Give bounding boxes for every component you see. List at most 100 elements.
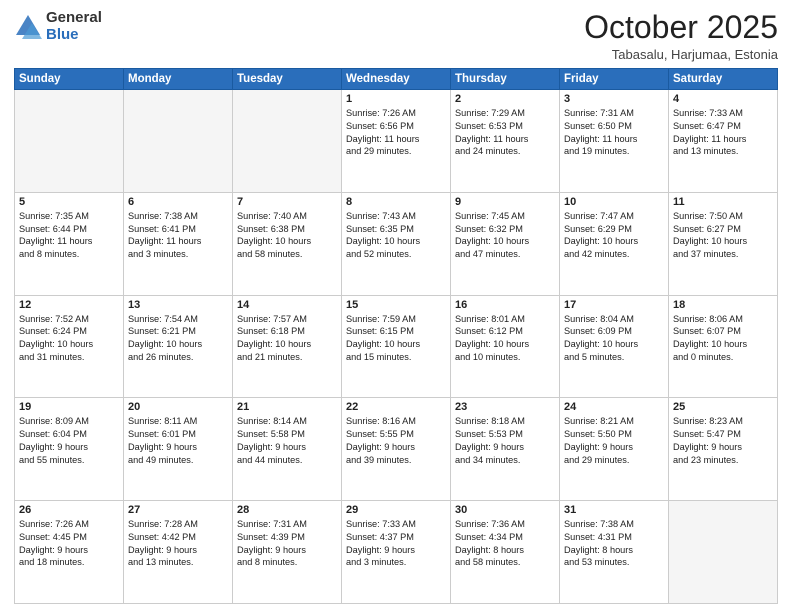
calendar-cell: 3Sunrise: 7:31 AMSunset: 6:50 PMDaylight… bbox=[560, 90, 669, 193]
day-number: 31 bbox=[564, 504, 664, 516]
weekday-header-thursday: Thursday bbox=[451, 69, 560, 90]
day-number: 19 bbox=[19, 401, 119, 413]
calendar-cell: 18Sunrise: 8:06 AMSunset: 6:07 PMDayligh… bbox=[669, 295, 778, 398]
calendar-cell: 16 Sunrise: 8:01 AMSunset: 6:12 PMDayligh… bbox=[451, 295, 560, 398]
day-info: Sunrise: 7:31 AMSunset: 4:39 PMDaylight:… bbox=[237, 518, 337, 569]
day-info: Sunrise: 8:06 AMSunset: 6:07 PMDaylight:… bbox=[673, 313, 773, 364]
day-number: 27 bbox=[128, 504, 228, 516]
day-number: 3 bbox=[564, 93, 664, 105]
calendar-cell bbox=[669, 501, 778, 604]
day-number: 10 bbox=[564, 196, 664, 208]
day-info: Sunrise: 7:54 AMSunset: 6:21 PMDaylight:… bbox=[128, 313, 228, 364]
day-number: 16 bbox=[455, 299, 555, 311]
day-number: 14 bbox=[237, 299, 337, 311]
calendar-week-4: 19 Sunrise: 8:09 AMSunset: 6:04 PMDayligh… bbox=[15, 398, 778, 501]
day-number: 9 bbox=[455, 196, 555, 208]
day-info: Sunrise: 7:38 AMSunset: 4:31 PMDaylight:… bbox=[564, 518, 664, 569]
day-info: Sunrise: 8:11 AMSunset: 6:01 PMDaylight:… bbox=[128, 415, 228, 466]
header: General Blue October 2025 Tabasalu, Harj… bbox=[14, 10, 778, 62]
calendar-cell: 26 Sunrise: 7:26 AMSunset: 4:45 PMDayligh… bbox=[15, 501, 124, 604]
calendar-cell bbox=[15, 90, 124, 193]
calendar-cell: 21 Sunrise: 8:14 AMSunset: 5:58 PMDayligh… bbox=[233, 398, 342, 501]
day-number: 26 bbox=[19, 504, 119, 516]
calendar-cell: 6Sunrise: 7:38 AMSunset: 6:41 PMDaylight… bbox=[124, 192, 233, 295]
logo-text: General Blue bbox=[46, 10, 102, 43]
day-number: 2 bbox=[455, 93, 555, 105]
day-info: Sunrise: 8:21 AMSunset: 5:50 PMDaylight:… bbox=[564, 415, 664, 466]
weekday-header-row: SundayMondayTuesdayWednesdayThursdayFrid… bbox=[15, 69, 778, 90]
page: General Blue October 2025 Tabasalu, Harj… bbox=[0, 0, 792, 612]
day-info: Sunrise: 8:04 AMSunset: 6:09 PMDaylight:… bbox=[564, 313, 664, 364]
calendar-cell: 8 Sunrise: 7:43 AMSunset: 6:35 PMDaylight… bbox=[342, 192, 451, 295]
day-number: 7 bbox=[237, 196, 337, 208]
calendar-cell: 2Sunrise: 7:29 AMSunset: 6:53 PMDaylight… bbox=[451, 90, 560, 193]
day-info: Sunrise: 7:26 AMSunset: 6:56 PMDaylight:… bbox=[346, 107, 446, 158]
day-info: Sunrise: 7:35 AMSunset: 6:44 PMDaylight:… bbox=[19, 210, 119, 261]
weekday-header-monday: Monday bbox=[124, 69, 233, 90]
weekday-header-sunday: Sunday bbox=[15, 69, 124, 90]
calendar-cell: 9 Sunrise: 7:45 AMSunset: 6:32 PMDaylight… bbox=[451, 192, 560, 295]
calendar-cell: 31 Sunrise: 7:38 AMSunset: 4:31 PMDayligh… bbox=[560, 501, 669, 604]
logo-icon bbox=[14, 13, 42, 41]
day-number: 17 bbox=[564, 299, 664, 311]
day-info: Sunrise: 8:01 AMSunset: 6:12 PMDaylight:… bbox=[455, 313, 555, 364]
day-info: Sunrise: 7:43 AMSunset: 6:35 PMDaylight:… bbox=[346, 210, 446, 261]
day-number: 29 bbox=[346, 504, 446, 516]
calendar-table: SundayMondayTuesdayWednesdayThursdayFrid… bbox=[14, 68, 778, 604]
day-number: 15 bbox=[346, 299, 446, 311]
day-info: Sunrise: 7:26 AMSunset: 4:45 PMDaylight:… bbox=[19, 518, 119, 569]
day-number: 28 bbox=[237, 504, 337, 516]
calendar-cell: 17 Sunrise: 8:04 AMSunset: 6:09 PMDayligh… bbox=[560, 295, 669, 398]
calendar-week-1: 1 Sunrise: 7:26 AMSunset: 6:56 PMDaylight… bbox=[15, 90, 778, 193]
weekday-header-friday: Friday bbox=[560, 69, 669, 90]
calendar-cell: 30 Sunrise: 7:36 AMSunset: 4:34 PMDayligh… bbox=[451, 501, 560, 604]
day-info: Sunrise: 7:57 AMSunset: 6:18 PMDaylight:… bbox=[237, 313, 337, 364]
calendar-cell: 19 Sunrise: 8:09 AMSunset: 6:04 PMDayligh… bbox=[15, 398, 124, 501]
logo: General Blue bbox=[14, 10, 102, 43]
day-info: Sunrise: 8:18 AMSunset: 5:53 PMDaylight:… bbox=[455, 415, 555, 466]
calendar-cell bbox=[233, 90, 342, 193]
day-info: Sunrise: 7:45 AMSunset: 6:32 PMDaylight:… bbox=[455, 210, 555, 261]
day-info: Sunrise: 7:47 AMSunset: 6:29 PMDaylight:… bbox=[564, 210, 664, 261]
calendar-week-2: 5 Sunrise: 7:35 AMSunset: 6:44 PMDaylight… bbox=[15, 192, 778, 295]
day-info: Sunrise: 7:40 AMSunset: 6:38 PMDaylight:… bbox=[237, 210, 337, 261]
day-number: 23 bbox=[455, 401, 555, 413]
day-number: 30 bbox=[455, 504, 555, 516]
day-number: 25 bbox=[673, 401, 773, 413]
day-info: Sunrise: 7:50 AMSunset: 6:27 PMDaylight:… bbox=[673, 210, 773, 261]
calendar-cell: 27Sunrise: 7:28 AMSunset: 4:42 PMDayligh… bbox=[124, 501, 233, 604]
calendar-cell: 24 Sunrise: 8:21 AMSunset: 5:50 PMDayligh… bbox=[560, 398, 669, 501]
logo-blue-text: Blue bbox=[46, 27, 102, 44]
day-info: Sunrise: 7:36 AMSunset: 4:34 PMDaylight:… bbox=[455, 518, 555, 569]
calendar-week-5: 26 Sunrise: 7:26 AMSunset: 4:45 PMDayligh… bbox=[15, 501, 778, 604]
day-number: 1 bbox=[346, 93, 446, 105]
day-number: 12 bbox=[19, 299, 119, 311]
weekday-header-tuesday: Tuesday bbox=[233, 69, 342, 90]
calendar-cell: 14 Sunrise: 7:57 AMSunset: 6:18 PMDayligh… bbox=[233, 295, 342, 398]
day-info: Sunrise: 8:14 AMSunset: 5:58 PMDaylight:… bbox=[237, 415, 337, 466]
day-info: Sunrise: 7:33 AMSunset: 6:47 PMDaylight:… bbox=[673, 107, 773, 158]
calendar-cell: 7 Sunrise: 7:40 AMSunset: 6:38 PMDaylight… bbox=[233, 192, 342, 295]
day-number: 8 bbox=[346, 196, 446, 208]
calendar-cell: 28 Sunrise: 7:31 AMSunset: 4:39 PMDayligh… bbox=[233, 501, 342, 604]
day-info: Sunrise: 8:09 AMSunset: 6:04 PMDaylight:… bbox=[19, 415, 119, 466]
calendar-week-3: 12 Sunrise: 7:52 AMSunset: 6:24 PMDayligh… bbox=[15, 295, 778, 398]
weekday-header-saturday: Saturday bbox=[669, 69, 778, 90]
day-number: 21 bbox=[237, 401, 337, 413]
calendar-cell: 12 Sunrise: 7:52 AMSunset: 6:24 PMDayligh… bbox=[15, 295, 124, 398]
calendar-cell: 13 Sunrise: 7:54 AMSunset: 6:21 PMDayligh… bbox=[124, 295, 233, 398]
month-title: October 2025 bbox=[584, 10, 778, 45]
day-info: Sunrise: 7:33 AMSunset: 4:37 PMDaylight:… bbox=[346, 518, 446, 569]
calendar-cell: 5 Sunrise: 7:35 AMSunset: 6:44 PMDaylight… bbox=[15, 192, 124, 295]
calendar-cell: 22Sunrise: 8:16 AMSunset: 5:55 PMDayligh… bbox=[342, 398, 451, 501]
calendar-cell: 15 Sunrise: 7:59 AMSunset: 6:15 PMDayligh… bbox=[342, 295, 451, 398]
location: Tabasalu, Harjumaa, Estonia bbox=[584, 47, 778, 62]
day-number: 24 bbox=[564, 401, 664, 413]
day-info: Sunrise: 8:16 AMSunset: 5:55 PMDaylight:… bbox=[346, 415, 446, 466]
day-number: 5 bbox=[19, 196, 119, 208]
day-info: Sunrise: 7:52 AMSunset: 6:24 PMDaylight:… bbox=[19, 313, 119, 364]
day-number: 4 bbox=[673, 93, 773, 105]
title-block: October 2025 Tabasalu, Harjumaa, Estonia bbox=[584, 10, 778, 62]
day-info: Sunrise: 7:59 AMSunset: 6:15 PMDaylight:… bbox=[346, 313, 446, 364]
day-number: 13 bbox=[128, 299, 228, 311]
